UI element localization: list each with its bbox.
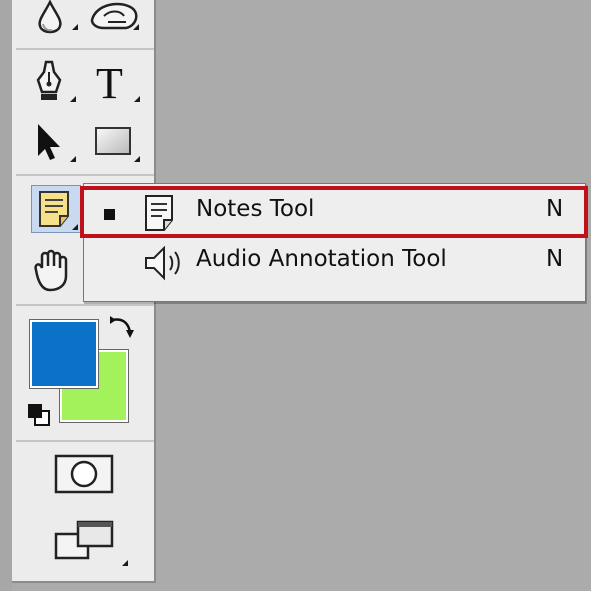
smudge-tool-button[interactable] [86,0,139,44]
notes-icon [142,192,182,238]
menu-item-label: Notes Tool [196,196,315,222]
tool-flyout-indicator [72,24,78,30]
notes-tool-button[interactable] [31,185,81,233]
tool-flyout-indicator [70,96,76,102]
hand-tool-button[interactable] [26,246,76,296]
toolbar-separator [16,304,154,306]
foreground-color-swatch[interactable] [29,319,99,389]
path-selection-tool-button[interactable] [30,120,80,170]
left-panel-edge [0,0,12,591]
tool-flyout-indicator [133,24,139,30]
screen-mode-button[interactable] [52,516,132,572]
menu-item-shortcut: N [546,196,564,222]
swap-colors-icon[interactable] [108,314,136,346]
tool-flyout-menu: Notes Tool N Audio Annotation Tool N [83,183,586,302]
selected-bullet-icon [104,209,115,220]
pen-tool-button[interactable] [30,58,80,108]
tool-flyout-indicator [134,156,140,162]
tool-flyout-indicator [122,560,128,566]
toolbar-separator [16,174,154,176]
tool-flyout-indicator [134,96,140,102]
quick-mask-button[interactable] [52,452,116,496]
type-icon: T [96,59,123,108]
speaker-icon [142,242,190,288]
toolbar-separator [16,48,154,50]
toolbar-separator [16,440,154,442]
tool-flyout-indicator [70,156,76,162]
rectangle-tool-button[interactable] [92,120,142,170]
type-tool-button[interactable]: T [92,58,142,108]
default-colors-icon[interactable] [26,402,52,432]
blur-tool-button[interactable] [32,0,82,44]
menu-item-audio-annotation-tool[interactable]: Audio Annotation Tool N [84,236,585,288]
menu-item-label: Audio Annotation Tool [196,246,447,272]
menu-item-notes-tool[interactable]: Notes Tool N [84,186,585,238]
tool-flyout-indicator [72,224,78,230]
menu-item-shortcut: N [546,246,564,272]
